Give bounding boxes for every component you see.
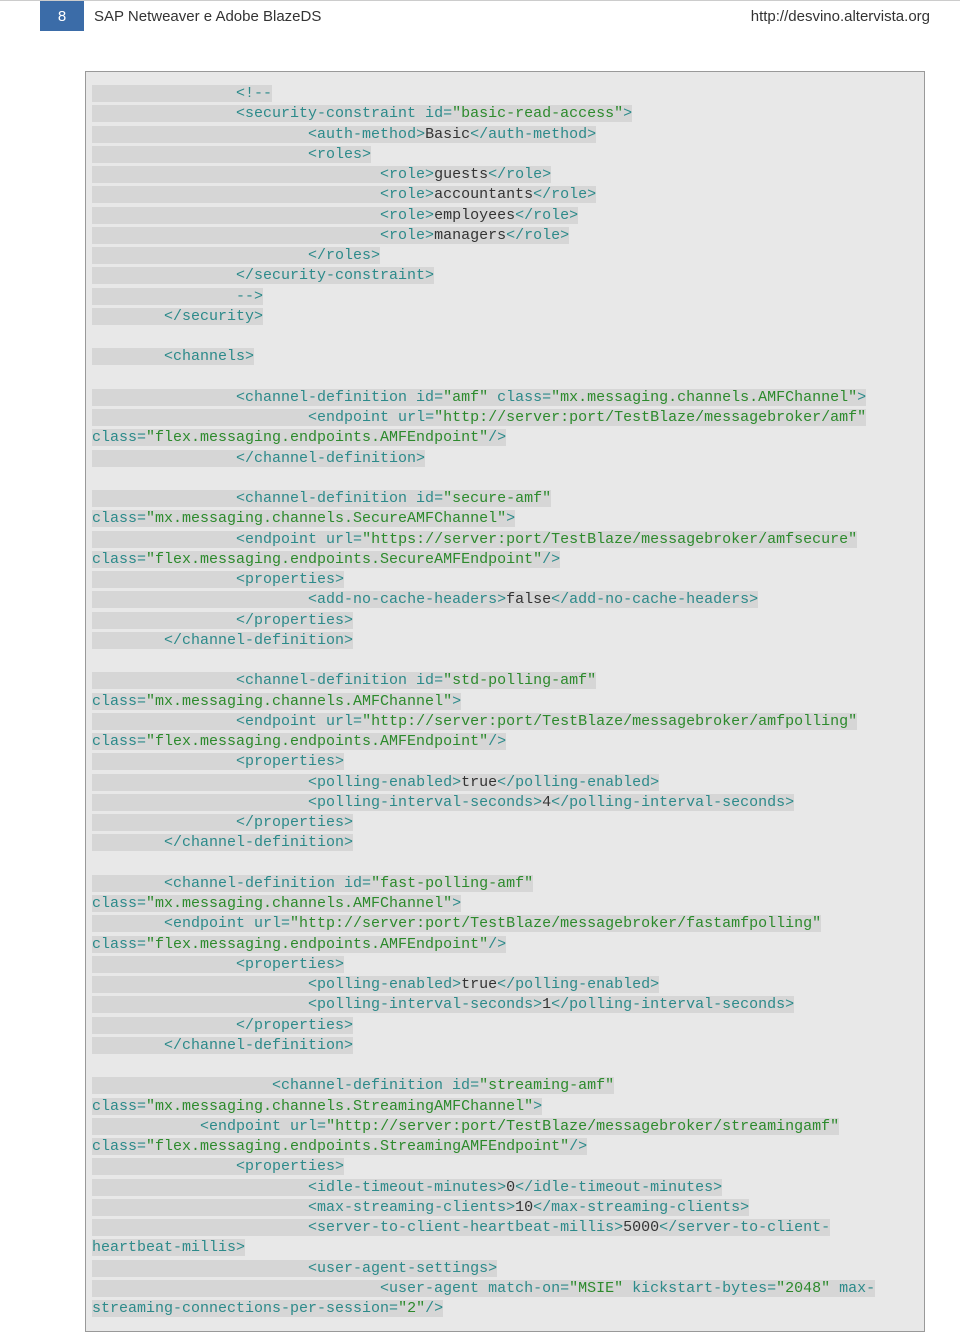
doc-title: SAP Netweaver e Adobe BlazeDS: [94, 8, 321, 25]
page-header: 8 SAP Netweaver e Adobe BlazeDS http://d…: [0, 0, 960, 31]
code-block: <!-- <security-constraint id="basic-read…: [85, 71, 925, 1332]
page-number: 8: [40, 1, 84, 31]
site-url: http://desvino.altervista.org: [751, 8, 930, 25]
code-content: <!-- <security-constraint id="basic-read…: [92, 84, 918, 1319]
